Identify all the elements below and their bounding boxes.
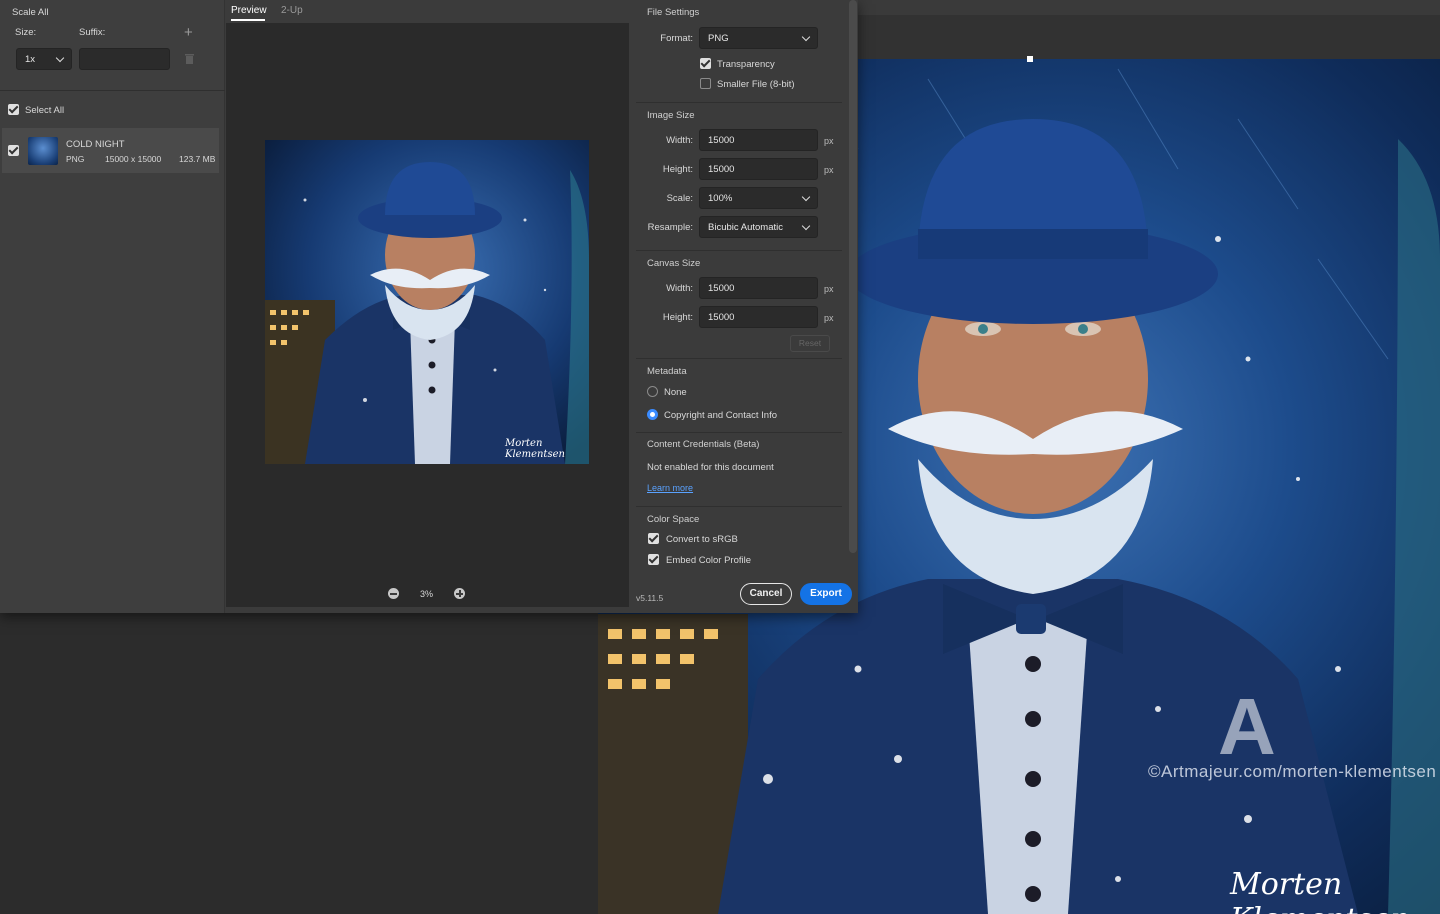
workspace-ruler-area xyxy=(858,15,1440,59)
image-size-heading: Image Size xyxy=(647,110,695,121)
preview-image: Morten Klementsen xyxy=(265,140,589,464)
divider xyxy=(636,102,842,103)
format-label: Format: xyxy=(660,33,693,44)
file-dimensions: 15000 x 15000 xyxy=(105,154,162,164)
size-select[interactable]: 1x xyxy=(16,48,72,70)
size-label: Size: xyxy=(15,27,37,38)
format-select-value: PNG xyxy=(708,33,729,44)
convert-srgb-checkbox[interactable] xyxy=(648,533,659,544)
metadata-heading: Metadata xyxy=(647,366,687,377)
selection-handle[interactable] xyxy=(1027,56,1033,62)
file-thumbnail xyxy=(28,137,58,165)
resample-select[interactable]: Bicubic Automatic xyxy=(699,216,818,238)
file-item-checkbox[interactable] xyxy=(8,145,19,156)
tab-preview-underline xyxy=(231,19,265,21)
file-size: 123.7 MB xyxy=(179,154,216,164)
transparency-label: Transparency xyxy=(717,59,775,70)
scale-label: Scale: xyxy=(666,193,693,204)
zoom-out-icon[interactable] xyxy=(388,588,399,599)
preview-signature: Morten Klementsen xyxy=(505,438,565,460)
canvas-width-unit: px xyxy=(824,284,834,294)
resample-label: Resample: xyxy=(647,222,693,233)
export-as-dialog: Scale All Size: Suffix: + 1x Select All … xyxy=(0,0,858,613)
file-settings-heading: File Settings xyxy=(647,7,700,18)
format-select[interactable]: PNG xyxy=(699,27,818,49)
trash-icon[interactable] xyxy=(184,53,195,68)
tab-2-up[interactable]: 2-Up xyxy=(281,5,303,16)
canvas-width-input[interactable]: 15000 xyxy=(699,277,818,299)
watermark-text: ©Artmajeur.com/morten-klementsen xyxy=(1148,762,1437,781)
chevron-down-icon xyxy=(801,192,811,202)
cancel-button[interactable]: Cancel xyxy=(740,583,792,605)
image-width-label: Width: xyxy=(666,135,693,146)
watermark-logo-glyph: A xyxy=(1218,682,1276,771)
image-height-input[interactable]: 15000 xyxy=(699,158,818,180)
reset-button[interactable]: Reset xyxy=(790,335,830,352)
image-height-label: Height: xyxy=(662,164,693,175)
select-all-label: Select All xyxy=(25,105,65,116)
metadata-copyright-radio[interactable] xyxy=(647,409,658,420)
chevron-down-icon xyxy=(801,32,811,42)
divider xyxy=(636,506,842,507)
settings-scrollbar[interactable] xyxy=(849,0,857,553)
size-select-value: 1x xyxy=(25,54,36,65)
canvas-height-unit: px xyxy=(824,313,834,323)
chevron-down-icon xyxy=(55,53,65,63)
smaller-file-label: Smaller File (8-bit) xyxy=(717,79,795,90)
metadata-none-label: None xyxy=(664,387,687,398)
export-button[interactable]: Export xyxy=(800,583,852,605)
suffix-label: Suffix: xyxy=(79,27,106,38)
transparency-checkbox[interactable] xyxy=(700,58,711,69)
color-space-heading: Color Space xyxy=(647,514,700,525)
scale-all-heading: Scale All xyxy=(12,7,49,18)
image-height-unit: px xyxy=(824,165,834,175)
resample-select-value: Bicubic Automatic xyxy=(708,222,783,233)
tab-preview[interactable]: Preview xyxy=(231,5,267,16)
artist-signature: Morten Klementsen xyxy=(1230,867,1410,914)
canvas-height-input[interactable]: 15000 xyxy=(699,306,818,328)
content-credentials-heading: Content Credentials (Beta) xyxy=(647,439,760,450)
divider xyxy=(636,432,842,433)
smaller-file-checkbox[interactable] xyxy=(700,78,711,89)
embed-profile-checkbox[interactable] xyxy=(648,554,659,565)
left-divider xyxy=(0,90,225,91)
file-format: PNG xyxy=(66,154,85,164)
version-label: v5.11.5 xyxy=(636,593,664,603)
add-scale-icon[interactable]: + xyxy=(184,24,193,41)
file-name: COLD NIGHT xyxy=(66,139,125,150)
canvas-height-label: Height: xyxy=(662,312,693,323)
embed-profile-label: Embed Color Profile xyxy=(666,555,752,566)
metadata-none-radio[interactable] xyxy=(647,386,658,397)
content-credentials-status: Not enabled for this document xyxy=(647,462,774,473)
image-width-input[interactable]: 15000 xyxy=(699,129,818,151)
suffix-input[interactable] xyxy=(79,48,170,70)
divider xyxy=(636,358,842,359)
convert-srgb-label: Convert to sRGB xyxy=(666,534,738,545)
zoom-level: 3% xyxy=(420,589,434,599)
image-width-unit: px xyxy=(824,136,834,146)
canvas-size-heading: Canvas Size xyxy=(647,258,701,269)
learn-more-link[interactable]: Learn more xyxy=(647,483,693,493)
divider xyxy=(636,250,842,251)
select-all-checkbox[interactable] xyxy=(8,104,19,115)
scale-panel: Scale All Size: Suffix: + 1x Select All … xyxy=(0,0,225,613)
scale-select-value: 100% xyxy=(708,193,733,204)
workspace-tab-bar xyxy=(858,0,1440,15)
canvas-width-label: Width: xyxy=(666,283,693,294)
zoom-in-icon[interactable] xyxy=(454,588,465,599)
chevron-down-icon xyxy=(801,221,811,231)
scale-select[interactable]: 100% xyxy=(699,187,818,209)
metadata-copyright-label: Copyright and Contact Info xyxy=(664,410,778,421)
